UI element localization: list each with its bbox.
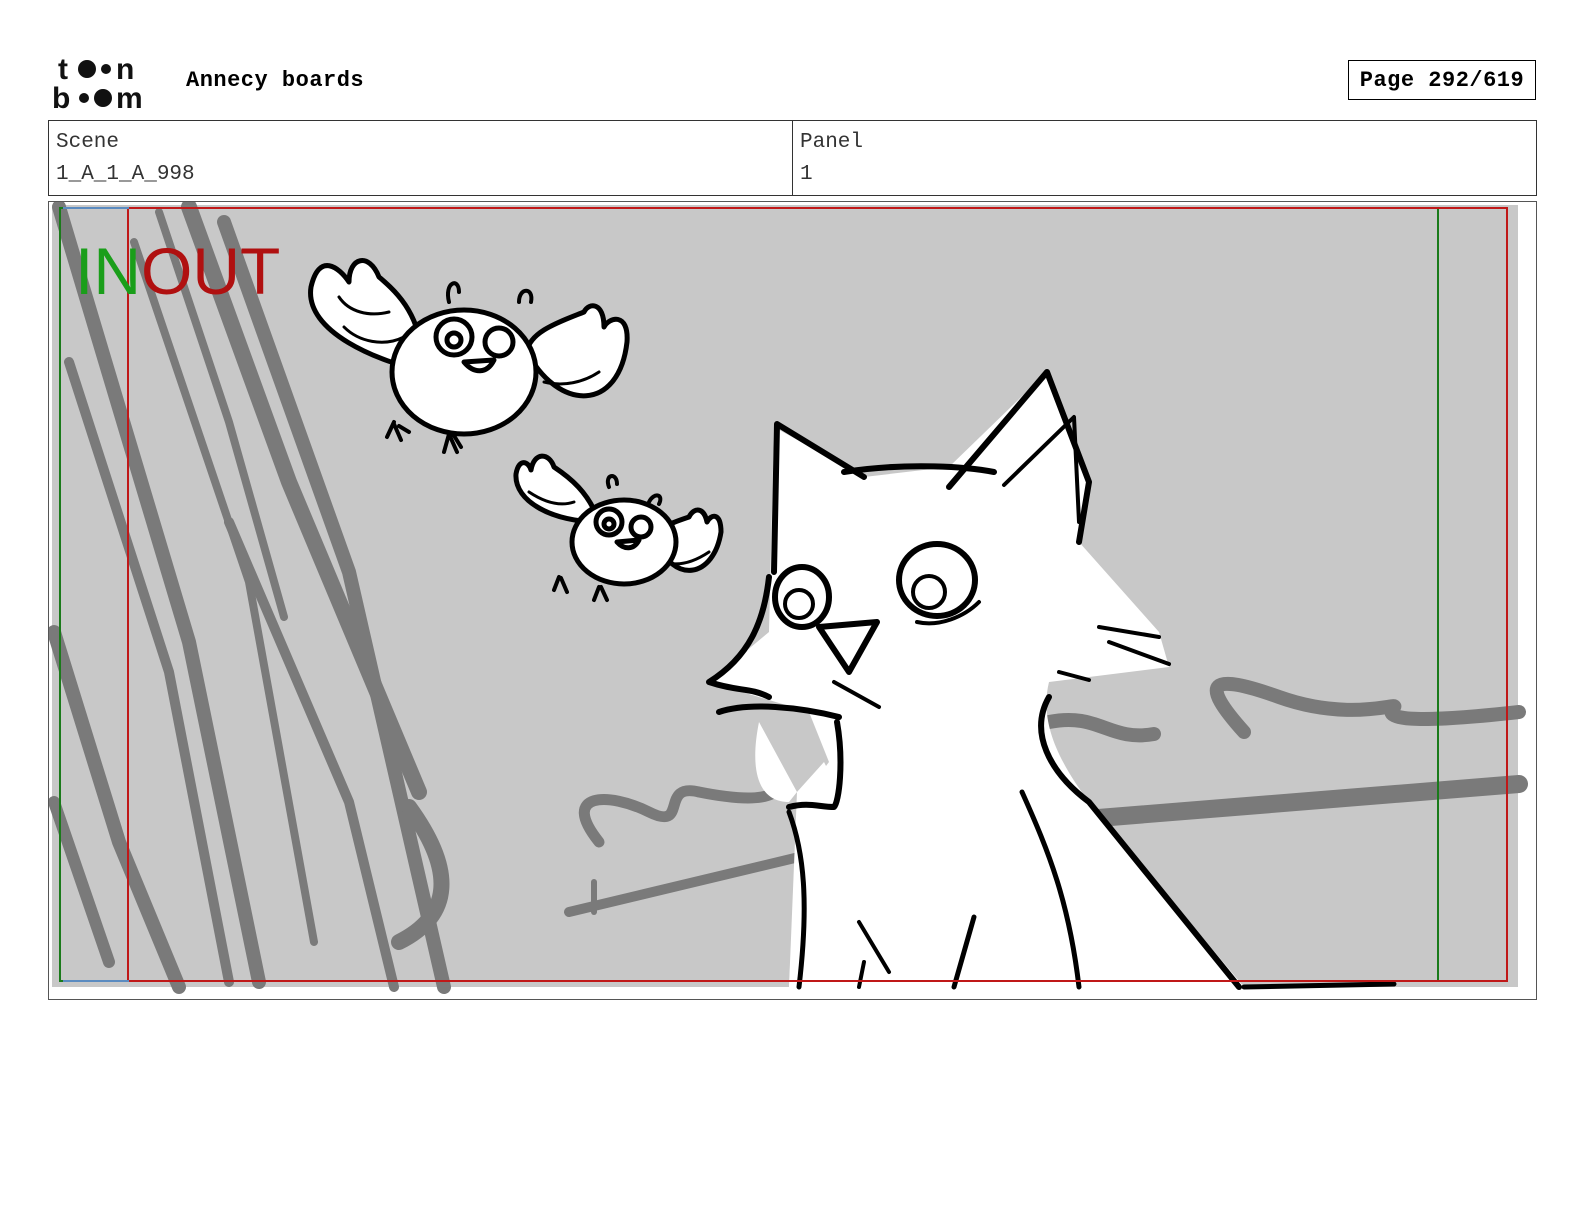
panel-value: 1: [800, 163, 813, 186]
scene-value: 1_A_1_A_998: [56, 163, 195, 186]
toon-boom-logo: t n b m: [52, 53, 143, 112]
scene-label: Scene: [56, 131, 120, 154]
svg-text:m: m: [116, 82, 143, 112]
page-counter: Page 292/619: [1348, 60, 1536, 100]
scene-panel-table: Scene 1_A_1_A_998 Panel 1: [48, 120, 1537, 196]
storyboard-drawing: IN OUT: [49, 202, 1528, 994]
storyboard-page: t n b m Annecy boards Page 292/619 Scene…: [0, 0, 1584, 1224]
panel-label: Panel: [800, 131, 864, 154]
document-title: Annecy boards: [186, 68, 365, 93]
panel-cell: Panel 1: [792, 121, 1536, 195]
svg-text:b: b: [52, 82, 70, 112]
storyboard-frame: IN OUT: [48, 201, 1537, 1000]
out-marker: OUT: [141, 234, 280, 308]
scene-cell: Scene 1_A_1_A_998: [49, 121, 792, 195]
in-marker: IN: [75, 234, 141, 308]
